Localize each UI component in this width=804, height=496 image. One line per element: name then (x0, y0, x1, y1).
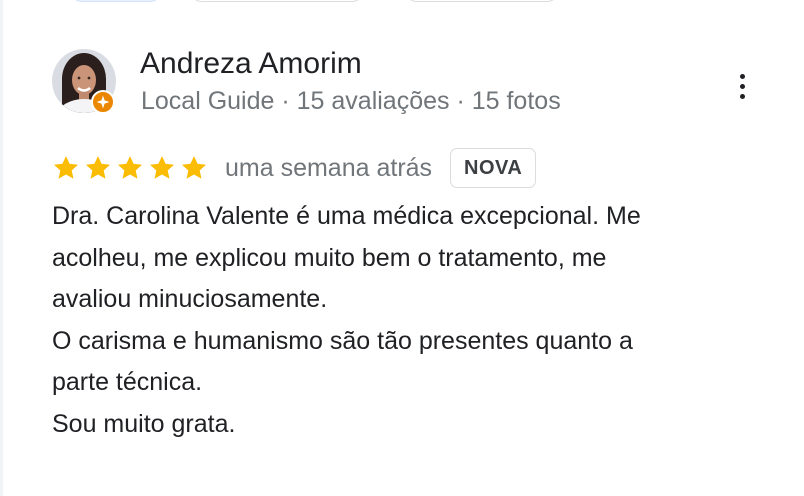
review-line: Sou muito grata. (52, 409, 236, 438)
review-text: Dra. Carolina Valente é uma médica excep… (52, 196, 772, 445)
review-line: Dra. Carolina Valente é uma médica excep… (52, 202, 641, 230)
more-vert-icon (739, 73, 745, 79)
filter-chip[interactable] (190, 0, 364, 2)
star-rating (52, 154, 208, 182)
star-icon (180, 154, 208, 182)
filter-chip[interactable] (405, 0, 559, 2)
rating-row: uma semana atrás NOVA (52, 147, 537, 189)
filter-chip[interactable] (70, 0, 162, 2)
review-line: parte técnica. (52, 368, 203, 396)
review-card: Andreza Amorim Local Guide · 15 avaliaçõ… (0, 0, 804, 496)
panel-edge (0, 0, 3, 496)
local-guide-icon (91, 90, 115, 114)
star-icon (52, 154, 80, 182)
reviewer-meta[interactable]: Local Guide · 15 avaliações · 15 fotos (141, 86, 561, 116)
filter-chips (0, 0, 804, 2)
more-options-button[interactable] (726, 68, 758, 104)
review-line: avaliou minuciosamente. (52, 285, 328, 313)
new-badge: NOVA (450, 148, 537, 188)
review-line: acolheu, me explicou muito bem o tratame… (52, 243, 607, 272)
review-line: O carisma e humanismo são tão presentes … (52, 326, 633, 355)
star-icon (116, 154, 144, 182)
reviewer-name[interactable]: Andreza Amorim (140, 46, 362, 82)
review-date: uma semana atrás (225, 153, 433, 182)
star-icon (148, 154, 176, 182)
star-icon (84, 154, 112, 182)
